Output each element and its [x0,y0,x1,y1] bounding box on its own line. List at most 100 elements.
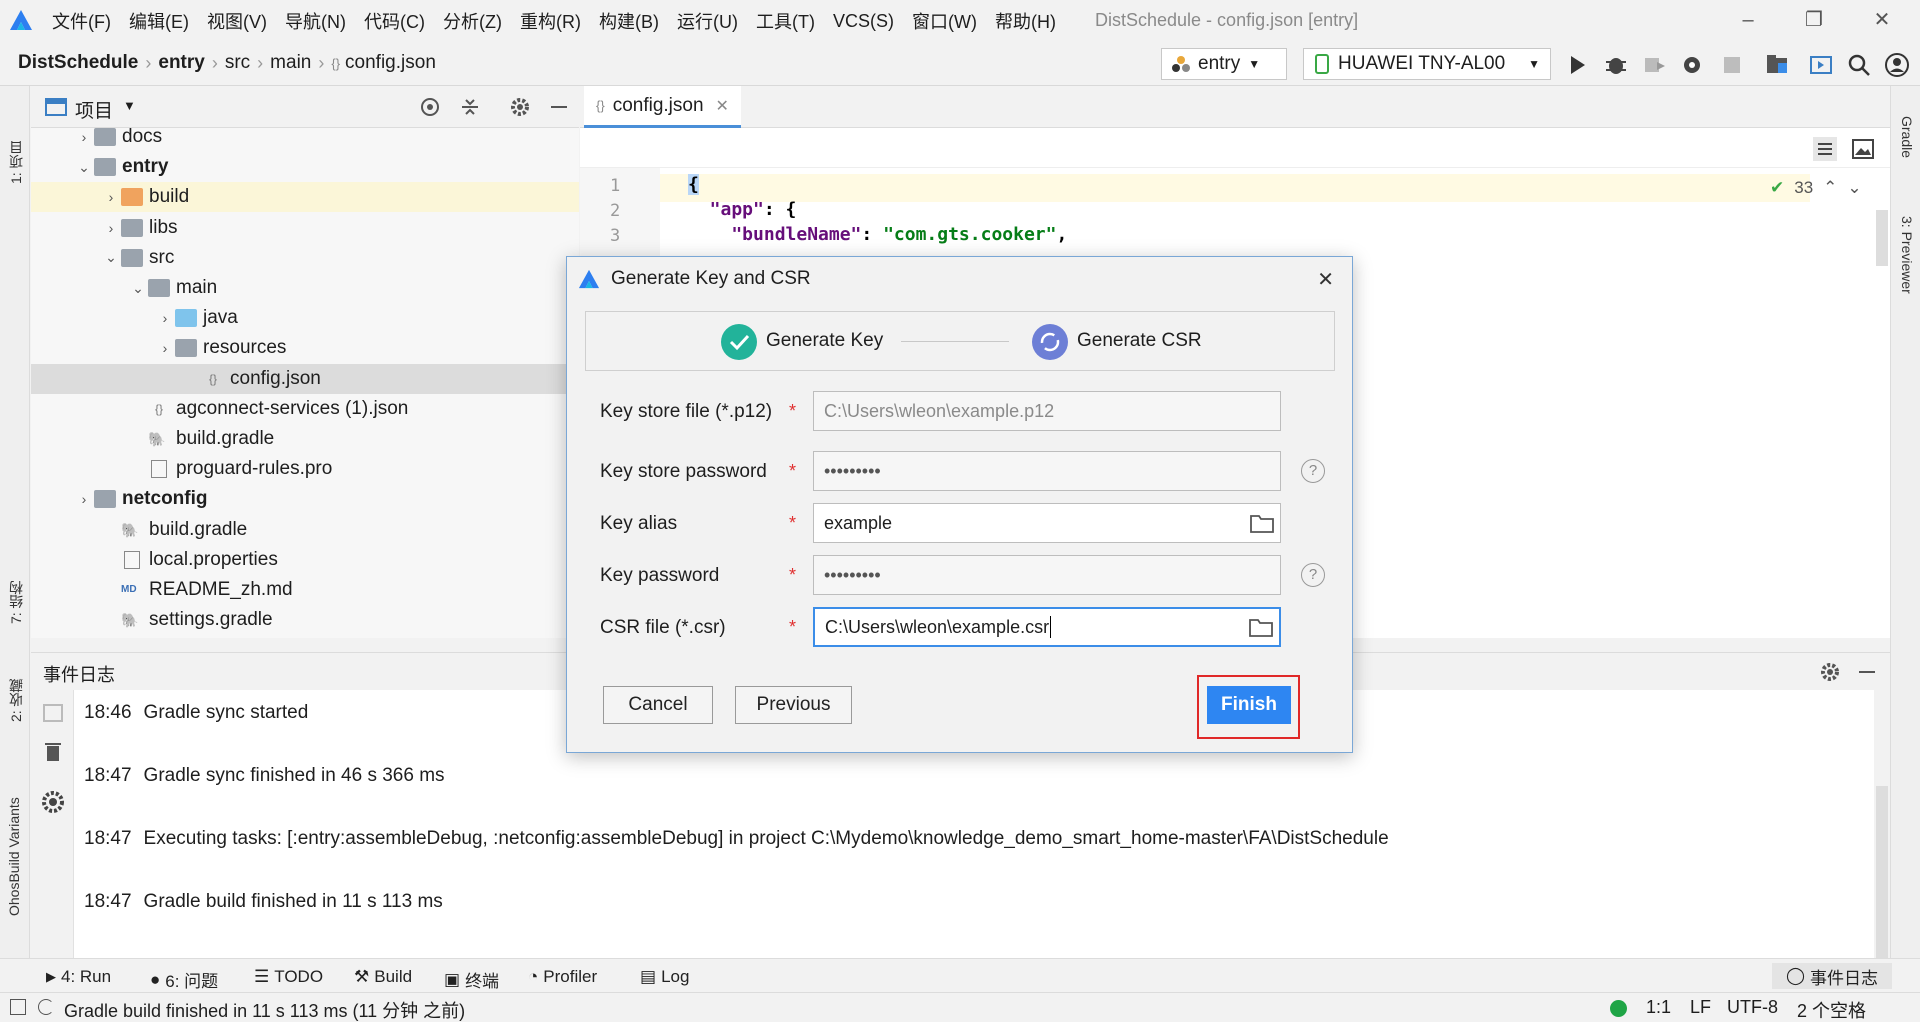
tree-node[interactable]: › netconfig [74,484,208,514]
close-tab-icon[interactable]: ✕ [716,96,729,116]
minimize-icon[interactable]: – [1736,8,1760,32]
menu-item[interactable]: 帮助(H) [995,8,1056,34]
collapse-all-icon[interactable] [459,96,481,118]
menu-item[interactable]: 编辑(E) [129,8,189,34]
tool-log[interactable]: ▤ Log [640,967,689,987]
tree-node[interactable]: 🐘 settings.gradle [101,605,273,635]
key-password-field[interactable]: ••••••••• [813,555,1281,595]
settings-icon[interactable] [1819,661,1841,683]
tree-node[interactable]: 🐘 build.gradle [128,424,274,454]
folder-icon[interactable] [1250,513,1274,533]
search-icon[interactable] [1846,52,1872,78]
menu-item[interactable]: 窗口(W) [912,8,977,34]
tree-node[interactable]: › libs [101,213,178,243]
trash-icon[interactable] [43,740,63,762]
restore-icon[interactable]: ❐ [1802,8,1826,32]
breadcrumb-project[interactable]: DistSchedule [18,52,138,74]
expand-arrow-icon[interactable]: ⌄ [128,280,148,297]
breadcrumb-main[interactable]: main [270,52,311,74]
project-structure-icon[interactable] [1764,52,1790,78]
tool-todo[interactable]: ☰ TODO [254,967,323,987]
chevron-down-icon[interactable]: ▼ [123,98,136,113]
mark-read-icon[interactable] [43,704,63,722]
tree-node[interactable]: {} agconnect-services (1).json [128,394,408,424]
indent-setting[interactable]: 2 个空格 [1797,997,1866,1022]
tree-node[interactable]: 🐘 build.gradle [101,515,247,545]
expand-arrow-icon[interactable]: ⌄ [101,249,121,266]
cancel-button[interactable]: Cancel [603,686,713,724]
tool-window-structure[interactable]: 7: 结构 [6,554,26,624]
tree-node[interactable]: › docs [74,128,162,152]
expand-arrow-icon[interactable]: › [101,220,121,236]
account-icon[interactable] [1884,52,1910,78]
keystore-file-field[interactable]: C:\Users\wleon\example.p12 [813,391,1281,431]
settings-icon[interactable] [509,96,531,118]
tree-node[interactable]: › resources [155,333,287,363]
caret-position[interactable]: 1:1 [1646,997,1671,1018]
code-line[interactable]: { [688,174,699,195]
code-line[interactable]: "bundleName": "com.gts.cooker", [688,224,1067,245]
expand-arrow-icon[interactable]: › [74,129,94,145]
tool-window-variants[interactable]: OhosBuild Variants [6,766,22,916]
preview-view-icon[interactable] [1850,136,1876,162]
breadcrumb-src[interactable]: src [225,52,250,74]
text-view-icon[interactable] [1812,136,1838,162]
expand-arrow-icon[interactable]: ⌄ [74,159,94,176]
help-icon[interactable]: ? [1301,459,1325,483]
tool-window-project[interactable]: 1: 项目 [6,104,26,184]
debug-icon[interactable] [1603,52,1629,78]
toggle-tool-windows-icon[interactable] [10,999,26,1015]
menu-item[interactable]: 构建(B) [599,8,659,34]
code-line[interactable]: "app": { [688,199,797,220]
help-icon[interactable]: ? [1301,563,1325,587]
line-separator[interactable]: LF [1690,997,1711,1018]
menu-item[interactable]: 工具(T) [756,8,815,34]
status-message[interactable]: Gradle build finished in 11 s 113 ms (11… [64,997,465,1022]
expand-arrow-icon[interactable]: › [155,310,175,326]
menu-item[interactable]: 文件(F) [52,8,111,34]
expand-arrow-icon[interactable]: › [155,340,175,356]
tree-node[interactable]: › java [155,303,238,333]
chevron-down-icon[interactable]: ⌄ [1847,178,1861,198]
stop-icon[interactable] [1719,52,1745,78]
menu-item[interactable]: VCS(S) [833,11,894,32]
tree-node[interactable]: ⌄ src [101,243,174,273]
tool-terminal[interactable]: ▣ 终端 [444,967,499,992]
log-scrollbar[interactable] [1876,786,1888,958]
breadcrumb-file[interactable]: config.json [345,52,436,74]
tool-problems[interactable]: ● 6: 问题 [150,967,218,992]
settings-icon[interactable] [41,790,65,814]
run-icon[interactable] [1564,52,1590,78]
file-encoding[interactable]: UTF-8 [1727,997,1778,1018]
attach-debugger-icon[interactable] [1641,52,1667,78]
tool-window-previewer[interactable]: 3: Previewer [1899,216,1915,294]
finish-button[interactable]: Finish [1207,686,1291,724]
chevron-up-icon[interactable]: ⌃ [1823,178,1837,198]
expand-arrow-icon[interactable]: › [101,189,121,205]
csr-file-field[interactable]: C:\Users\wleon\example.csr [813,607,1281,647]
tree-node[interactable]: proguard-rules.pro [128,454,332,484]
locate-icon[interactable] [419,96,441,118]
tree-node[interactable]: › build [101,182,190,212]
folder-icon[interactable] [1249,617,1273,637]
profile-icon[interactable] [1679,52,1705,78]
tab-config-json[interactable]: {} config.json ✕ [584,86,741,128]
project-view-title[interactable]: 项目 [75,96,113,123]
tree-node[interactable]: local.properties [101,545,278,575]
device-select[interactable]: HUAWEI TNY-AL00 ▼ [1303,48,1551,80]
tool-window-favorites[interactable]: 2: 收藏 [6,652,26,722]
inspection-widget[interactable]: ✔ 33 ⌃ ⌄ [1770,178,1862,198]
close-window-icon[interactable]: ✕ [1870,8,1894,32]
key-alias-field[interactable]: example [813,503,1281,543]
close-icon[interactable]: ✕ [1317,267,1334,292]
previous-button[interactable]: Previous [735,686,852,724]
tool-profiler[interactable]: ◔ Profiler [528,967,597,987]
tree-node[interactable]: ⌄ entry [74,152,168,182]
tool-event-log[interactable]: ◯ 事件日志 [1772,963,1893,989]
hide-panel-icon[interactable] [551,106,567,108]
keystore-password-field[interactable]: ••••••••• [813,451,1281,491]
menu-item[interactable]: 重构(R) [520,8,581,34]
tree-node[interactable]: {} config.json [182,364,321,394]
menu-item[interactable]: 运行(U) [677,8,738,34]
tool-build[interactable]: ⚒ Build [354,967,412,987]
